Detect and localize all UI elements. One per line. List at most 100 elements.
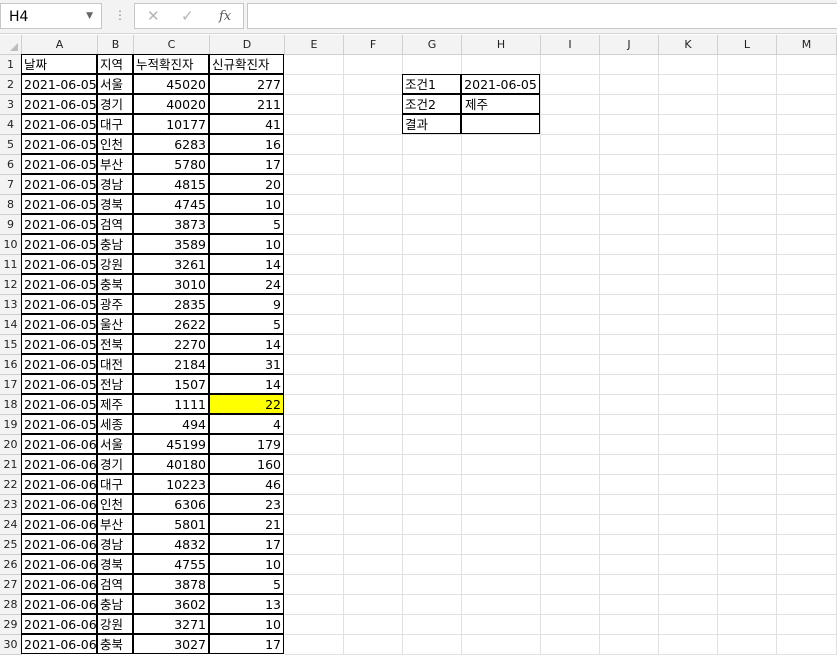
new-cases-cell[interactable]: 16 [209, 134, 284, 154]
empty-cell[interactable] [777, 95, 837, 115]
new-cases-cell[interactable]: 5 [209, 214, 284, 234]
date-cell[interactable]: 2021-06-05 [21, 74, 97, 94]
empty-cell[interactable] [600, 295, 659, 315]
column-header-l[interactable]: L [718, 35, 777, 55]
new-cases-cell[interactable]: 179 [209, 434, 284, 454]
empty-cell[interactable] [403, 415, 462, 435]
empty-cell[interactable] [659, 375, 718, 395]
empty-cell[interactable] [344, 355, 403, 375]
date-cell[interactable]: 2021-06-05 [21, 294, 97, 314]
new-cases-cell[interactable]: 14 [209, 254, 284, 274]
empty-cell[interactable] [659, 435, 718, 455]
region-cell[interactable]: 충남 [97, 234, 133, 254]
empty-cell[interactable] [344, 555, 403, 575]
empty-cell[interactable] [718, 295, 777, 315]
row-header-18[interactable]: 18 [0, 395, 22, 415]
empty-cell[interactable] [777, 295, 837, 315]
region-cell[interactable]: 제주 [97, 394, 133, 414]
date-cell[interactable]: 2021-06-05 [21, 214, 97, 234]
empty-cell[interactable] [285, 295, 344, 315]
empty-cell[interactable] [718, 355, 777, 375]
cumulative-cases-cell[interactable]: 40180 [133, 454, 209, 474]
region-cell[interactable]: 강원 [97, 254, 133, 274]
empty-cell[interactable] [600, 55, 659, 75]
empty-cell[interactable] [718, 495, 777, 515]
cumulative-cases-cell[interactable]: 4832 [133, 534, 209, 554]
new-cases-cell[interactable]: 17 [209, 534, 284, 554]
region-cell[interactable]: 충남 [97, 594, 133, 614]
cumulative-cases-cell[interactable]: 3261 [133, 254, 209, 274]
empty-cell[interactable] [777, 315, 837, 335]
empty-cell[interactable] [718, 575, 777, 595]
empty-cell[interactable] [541, 615, 600, 635]
row-header-7[interactable]: 7 [0, 175, 22, 195]
empty-cell[interactable] [462, 535, 541, 555]
empty-cell[interactable] [344, 175, 403, 195]
row-header-17[interactable]: 17 [0, 375, 22, 395]
empty-cell[interactable] [344, 455, 403, 475]
cumulative-cases-cell[interactable]: 1111 [133, 394, 209, 414]
empty-cell[interactable] [462, 595, 541, 615]
empty-cell[interactable] [403, 315, 462, 335]
empty-cell[interactable] [541, 435, 600, 455]
empty-cell[interactable] [718, 95, 777, 115]
cumulative-cases-cell[interactable]: 45199 [133, 434, 209, 454]
new-cases-cell[interactable]: 5 [209, 314, 284, 334]
region-cell[interactable]: 충북 [97, 274, 133, 294]
empty-cell[interactable] [462, 295, 541, 315]
date-cell[interactable]: 2021-06-06 [21, 514, 97, 534]
row-header-30[interactable]: 30 [0, 635, 22, 655]
empty-cell[interactable] [344, 55, 403, 75]
empty-cell[interactable] [344, 535, 403, 555]
region-cell[interactable]: 전북 [97, 334, 133, 354]
cumulative-cases-cell[interactable]: 4815 [133, 174, 209, 194]
empty-cell[interactable] [541, 355, 600, 375]
empty-cell[interactable] [462, 495, 541, 515]
empty-cell[interactable] [659, 215, 718, 235]
empty-cell[interactable] [285, 615, 344, 635]
new-cases-cell[interactable]: 17 [209, 634, 284, 654]
region-cell[interactable]: 경기 [97, 94, 133, 114]
empty-cell[interactable] [541, 215, 600, 235]
date-cell[interactable]: 2021-06-05 [21, 394, 97, 414]
empty-cell[interactable] [659, 355, 718, 375]
column-header-d[interactable]: D [210, 35, 285, 55]
cumulative-cases-cell[interactable]: 40020 [133, 94, 209, 114]
row-header-15[interactable]: 15 [0, 335, 22, 355]
region-cell[interactable]: 광주 [97, 294, 133, 314]
empty-cell[interactable] [777, 635, 837, 655]
empty-cell[interactable] [403, 515, 462, 535]
cumulative-cases-cell[interactable]: 45020 [133, 74, 209, 94]
row-header-9[interactable]: 9 [0, 215, 22, 235]
empty-cell[interactable] [403, 475, 462, 495]
empty-cell[interactable] [718, 235, 777, 255]
new-cases-cell[interactable]: 14 [209, 334, 284, 354]
empty-cell[interactable] [541, 415, 600, 435]
empty-cell[interactable] [344, 575, 403, 595]
empty-cell[interactable] [718, 155, 777, 175]
empty-cell[interactable] [541, 475, 600, 495]
empty-cell[interactable] [541, 175, 600, 195]
empty-cell[interactable] [659, 295, 718, 315]
row-header-16[interactable]: 16 [0, 355, 22, 375]
new-cases-cell[interactable]: 10 [209, 194, 284, 214]
cumulative-cases-cell[interactable]: 6283 [133, 134, 209, 154]
new-cases-cell[interactable]: 41 [209, 114, 284, 134]
empty-cell[interactable] [285, 155, 344, 175]
region-cell[interactable]: 경기 [97, 454, 133, 474]
empty-cell[interactable] [600, 215, 659, 235]
new-cases-cell[interactable]: 10 [209, 234, 284, 254]
empty-cell[interactable] [718, 75, 777, 95]
date-cell[interactable]: 2021-06-06 [21, 434, 97, 454]
empty-cell[interactable] [285, 275, 344, 295]
empty-cell[interactable] [462, 135, 541, 155]
date-cell[interactable]: 2021-06-05 [21, 234, 97, 254]
empty-cell[interactable] [777, 355, 837, 375]
empty-cell[interactable] [777, 435, 837, 455]
empty-cell[interactable] [285, 195, 344, 215]
empty-cell[interactable] [285, 415, 344, 435]
empty-cell[interactable] [403, 435, 462, 455]
empty-cell[interactable] [718, 415, 777, 435]
date-cell[interactable]: 2021-06-05 [21, 174, 97, 194]
date-cell[interactable]: 2021-06-05 [21, 354, 97, 374]
